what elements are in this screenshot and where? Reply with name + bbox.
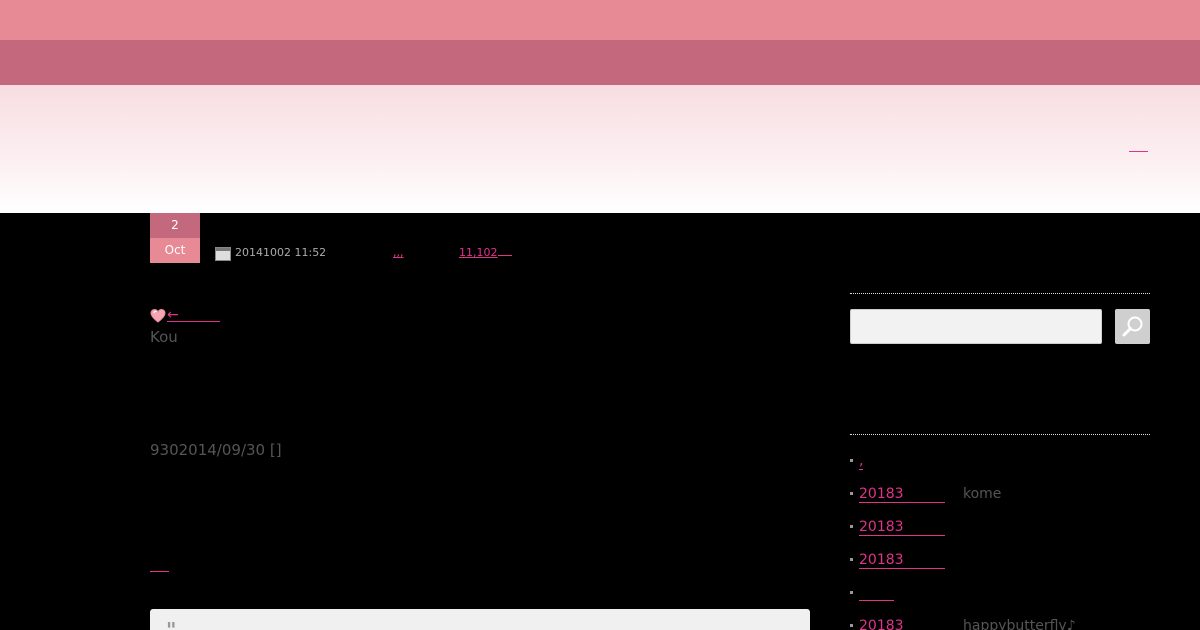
post-author: Kou bbox=[150, 328, 178, 346]
bullet bbox=[850, 591, 853, 594]
search-input[interactable] bbox=[850, 309, 1102, 344]
post-month: Oct bbox=[150, 238, 200, 263]
header-link[interactable] bbox=[1129, 138, 1148, 152]
list-item-link[interactable]: 20183 bbox=[859, 552, 945, 569]
nav-bar bbox=[0, 40, 1200, 85]
top-stripe bbox=[0, 0, 1200, 40]
page: 2 Oct 20141002 11:52 ,,, 11,102 ← Kou 93… bbox=[0, 0, 1200, 630]
bullet bbox=[850, 525, 853, 528]
search-icon bbox=[1122, 316, 1143, 337]
back-link[interactable]: ← bbox=[167, 306, 220, 323]
list-item-link[interactable]: 20183 bbox=[859, 519, 945, 536]
list-item: 20183 happybutterfly♪ bbox=[850, 618, 1150, 630]
list-item: 20183 bbox=[850, 519, 1150, 552]
post-views-link[interactable]: 11,102 bbox=[459, 246, 512, 260]
sidebar-divider bbox=[850, 434, 1150, 435]
bullet bbox=[850, 492, 853, 495]
list-item-link[interactable]: 20183 bbox=[859, 486, 945, 503]
post-day: 2 bbox=[150, 213, 200, 238]
more-link[interactable] bbox=[150, 558, 169, 572]
list-item bbox=[850, 585, 1150, 618]
calendar-icon bbox=[215, 247, 231, 261]
post-date-badge: 2 Oct bbox=[150, 213, 200, 263]
bullet bbox=[850, 624, 853, 627]
bullet bbox=[850, 558, 853, 561]
search-button[interactable] bbox=[1115, 309, 1150, 344]
bullet bbox=[850, 459, 853, 462]
post-reference: 9302014/09/30 [] bbox=[150, 441, 282, 459]
list-item-link[interactable] bbox=[859, 585, 894, 601]
list-item-author: kome bbox=[963, 486, 1002, 502]
list-item-link[interactable]: , bbox=[859, 453, 864, 470]
list-item: 20183 kome bbox=[850, 486, 1150, 519]
header-banner bbox=[0, 85, 1200, 213]
recent-comments-list: , 20183 kome 20183 20183 20183 happybutt… bbox=[850, 453, 1150, 630]
list-item: 20183 bbox=[850, 552, 1150, 585]
quote-mark: " bbox=[166, 618, 177, 630]
quote-box bbox=[150, 609, 810, 630]
post-views: 11,102 bbox=[459, 246, 498, 259]
list-item-link[interactable]: 20183 bbox=[859, 618, 945, 630]
heart-icon bbox=[150, 308, 166, 323]
list-item: , bbox=[850, 453, 1150, 486]
post-category-link[interactable]: ,,, bbox=[393, 246, 404, 260]
sidebar-divider bbox=[850, 293, 1150, 294]
post-views-padding bbox=[497, 255, 512, 256]
post-datetime: 20141002 11:52 bbox=[235, 246, 327, 259]
list-item-author: happybutterfly♪ bbox=[963, 618, 1076, 630]
